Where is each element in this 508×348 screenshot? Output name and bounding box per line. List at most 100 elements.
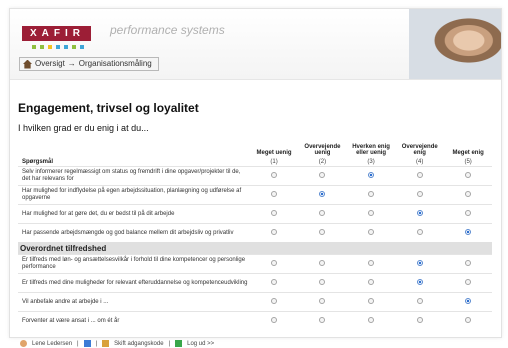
table-row: Forventer at være ansat i ... om ét år — [18, 311, 492, 330]
rating-radio-1[interactable] — [271, 260, 278, 266]
rating-cell — [444, 273, 492, 293]
page-title: Engagement, trivsel og loyalitet — [18, 101, 199, 115]
rating-radio-5[interactable] — [465, 260, 472, 266]
user-icon — [20, 340, 27, 347]
xafir-logo[interactable]: XAFIR — [22, 26, 91, 41]
table-row: Har mulighed for indflydelse på egen arb… — [18, 185, 492, 205]
table-row: Har passende arbejdsmængde og god balanc… — [18, 223, 492, 242]
rating-radio-4[interactable] — [416, 172, 423, 178]
rating-radio-2[interactable] — [319, 191, 326, 197]
table-row: Er tilfreds med løn- og ansættelsesvilkå… — [18, 254, 492, 274]
breadcrumb-item-organisationsmaling[interactable]: Organisationsmåling — [79, 58, 152, 70]
rating-cell — [250, 166, 298, 186]
question-text: Forventer at være ansat i ... om ét år — [18, 311, 251, 330]
rating-cell — [444, 223, 492, 242]
rating-cell — [346, 273, 396, 293]
rating-radio-3[interactable] — [368, 279, 375, 285]
rating-radio-1[interactable] — [271, 317, 278, 323]
rating-cell — [250, 292, 298, 312]
rating-radio-1[interactable] — [271, 210, 278, 216]
breadcrumb: Oversigt → Organisationsmåling — [19, 57, 159, 71]
rating-radio-5[interactable] — [465, 172, 472, 178]
rating-cell — [346, 166, 396, 186]
rating-radio-5[interactable] — [465, 210, 472, 216]
rating-radio-4[interactable] — [416, 279, 423, 285]
dot-icon — [80, 45, 84, 49]
rating-radio-2[interactable] — [319, 210, 326, 216]
dot-icon — [72, 45, 76, 49]
rating-cell — [395, 254, 445, 274]
breadcrumb-separator: → — [67, 59, 76, 68]
column-header-2: Overvejende uenig (2) — [304, 144, 341, 165]
rating-radio-5[interactable] — [465, 279, 472, 285]
dot-icon — [48, 45, 52, 49]
rating-radio-5[interactable] — [465, 298, 472, 304]
table-row: Har mulighed for at gøre det, du er beds… — [18, 204, 492, 224]
key-icon — [102, 340, 110, 347]
rating-radio-4[interactable] — [416, 191, 423, 197]
rating-radio-1[interactable] — [271, 172, 278, 178]
rating-cell — [346, 185, 396, 205]
survey-table: Spørgsmål Meget uenig (1) Overvejende uen… — [18, 143, 492, 330]
rating-cell — [395, 292, 445, 312]
rating-radio-4[interactable] — [416, 298, 423, 304]
breadcrumb-item-oversigt[interactable]: Oversigt — [35, 58, 65, 70]
rating-radio-3[interactable] — [368, 229, 375, 235]
change-password-link[interactable]: Skift adgangskode — [114, 341, 163, 347]
rating-cell — [297, 166, 347, 186]
rating-radio-2[interactable] — [319, 172, 326, 178]
rating-cell — [395, 223, 445, 242]
rating-radio-3[interactable] — [368, 298, 375, 304]
question-text: Har mulighed for indflydelse på egen arb… — [18, 185, 251, 205]
column-header-question: Spørgsmål — [22, 159, 54, 165]
rating-cell — [250, 204, 298, 224]
rating-radio-2[interactable] — [319, 260, 326, 266]
rating-radio-4[interactable] — [416, 210, 423, 216]
rating-cell — [297, 292, 347, 312]
column-header-3: Hverken enig eller uenig (3) — [352, 144, 390, 165]
rating-cell — [444, 185, 492, 205]
user-name: Lene Ledersen — [32, 340, 73, 347]
question-text: Har passende arbejdsmængde og god balanc… — [18, 223, 251, 242]
rating-cell — [250, 311, 298, 330]
rating-radio-1[interactable] — [271, 191, 278, 197]
logout-link[interactable]: Log ud >> — [187, 341, 214, 347]
dot-icon — [64, 45, 68, 49]
rating-radio-4[interactable] — [416, 317, 423, 323]
rating-cell — [297, 185, 347, 205]
rating-radio-3[interactable] — [368, 210, 375, 216]
dot-icon — [32, 45, 36, 49]
rating-radio-3[interactable] — [368, 191, 375, 197]
rating-radio-4[interactable] — [416, 260, 423, 266]
app-window: XAFIR performance systems Oversigt → Org… — [9, 8, 502, 338]
header: XAFIR performance systems Oversigt → Org… — [10, 9, 501, 80]
dot-icon — [56, 45, 60, 49]
rating-radio-5[interactable] — [465, 229, 472, 235]
question-text: Er tilfreds med løn- og ansættelsesvilkå… — [18, 254, 251, 274]
rating-radio-3[interactable] — [368, 317, 375, 323]
tagline: performance systems — [110, 23, 225, 37]
home-icon[interactable] — [23, 59, 32, 69]
edit-icon[interactable] — [83, 340, 91, 347]
rating-radio-1[interactable] — [271, 298, 278, 304]
rating-radio-3[interactable] — [368, 172, 375, 178]
rating-radio-2[interactable] — [319, 317, 326, 323]
rating-radio-2[interactable] — [319, 279, 326, 285]
rating-cell — [346, 292, 396, 312]
rating-radio-2[interactable] — [319, 298, 326, 304]
header-photo — [409, 9, 501, 79]
column-header-1: Meget uenig (1) — [256, 150, 292, 165]
rating-radio-3[interactable] — [368, 260, 375, 266]
question-text: Er tilfreds med dine muligheder for rele… — [18, 273, 251, 293]
rating-cell — [444, 204, 492, 224]
rating-radio-5[interactable] — [465, 317, 472, 323]
rating-radio-2[interactable] — [319, 229, 326, 235]
rating-radio-1[interactable] — [271, 229, 278, 235]
rating-radio-4[interactable] — [416, 229, 423, 235]
rating-radio-1[interactable] — [271, 279, 278, 285]
rating-radio-5[interactable] — [465, 191, 472, 197]
rating-cell — [297, 311, 347, 330]
table-row: Selv informerer regelmæssigt om status o… — [18, 166, 492, 186]
rating-cell — [297, 273, 347, 293]
question-text: Vil anbefale andre at arbejde i ... — [18, 292, 251, 312]
